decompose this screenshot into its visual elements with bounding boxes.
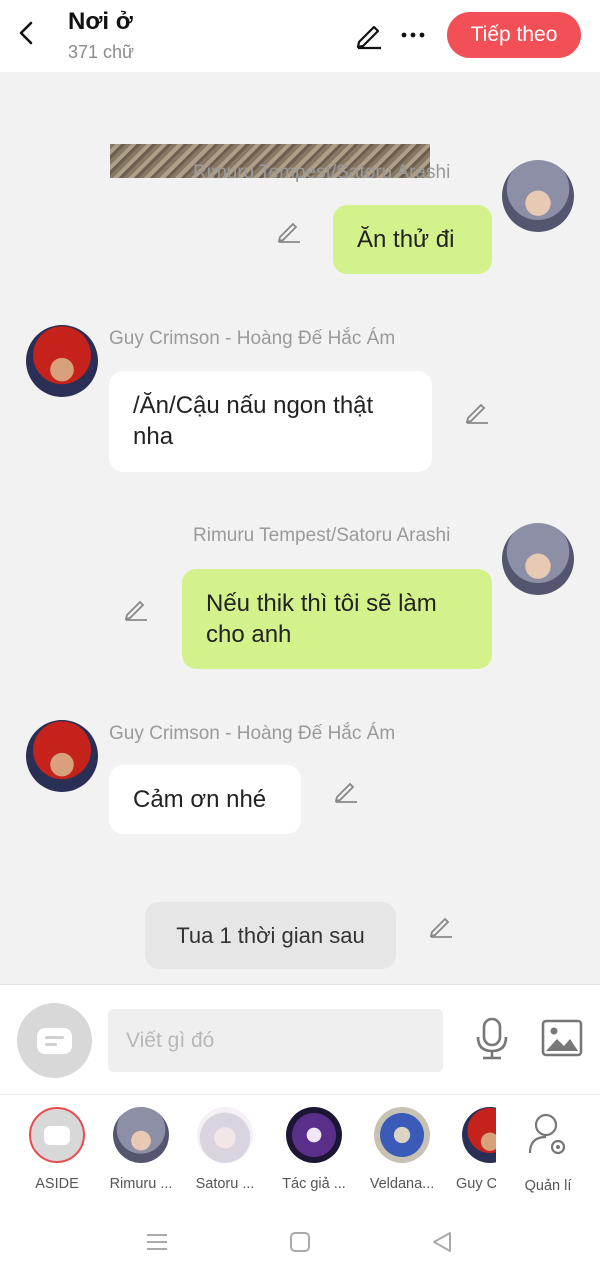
user-settings-icon (528, 1113, 566, 1155)
next-button[interactable]: Tiếp theo (447, 12, 581, 58)
word-count: 371 chữ (68, 42, 135, 62)
character-veldana[interactable]: Veldana... (360, 1107, 444, 1192)
system-nav-bar (0, 1204, 600, 1277)
character-selector: ASIDE Rimuru ... Satoru ... Tác giả ... … (0, 1094, 600, 1204)
character-label: Tác giả ... (282, 1176, 346, 1192)
message-input[interactable] (108, 1009, 443, 1072)
page-title: Nơi ở (68, 8, 133, 35)
chat-area: Rimuru Tempest/Satoru Arashi Ăn thử đi G… (0, 72, 600, 984)
back-arrow-icon[interactable] (14, 20, 40, 46)
image-upload-icon[interactable] (541, 1019, 583, 1057)
avatar[interactable] (502, 160, 574, 232)
back-triangle-icon[interactable] (430, 1230, 454, 1254)
aside-toggle-button[interactable] (17, 1003, 92, 1078)
edit-message-icon[interactable] (276, 218, 302, 244)
edit-message-icon[interactable] (428, 913, 454, 939)
manage-characters-button[interactable]: Quản lí (506, 1107, 590, 1194)
character-rimuru[interactable]: Rimuru ... (99, 1107, 183, 1192)
edit-message-icon[interactable] (333, 778, 359, 804)
avatar (286, 1107, 342, 1163)
avatar (374, 1107, 430, 1163)
composer-bar (0, 984, 600, 1094)
sender-name: Guy Crimson - Hoàng Đế Hắc Ám (109, 328, 396, 349)
character-label: ASIDE (35, 1176, 79, 1192)
aside-avatar (29, 1107, 85, 1163)
top-bar: Nơi ở 371 chữ Tiếp theo (0, 0, 600, 72)
avatar (113, 1107, 169, 1163)
edit-message-icon[interactable] (123, 596, 149, 622)
edit-message-icon[interactable] (464, 399, 490, 425)
character-label: Guy C (456, 1176, 496, 1192)
message-bubble[interactable]: /Ăn/Cậu nấu ngon thật nha (109, 371, 432, 472)
character-guy[interactable]: Guy C (440, 1107, 496, 1192)
avatar (462, 1107, 496, 1163)
microphone-icon[interactable] (474, 1017, 510, 1061)
more-options-icon[interactable] (400, 22, 426, 48)
menu-icon[interactable] (145, 1230, 169, 1254)
character-aside[interactable]: ASIDE (15, 1107, 99, 1192)
message-bubble[interactable]: Nếu thik thì tôi sẽ làm cho anh (182, 569, 492, 669)
avatar (197, 1107, 253, 1163)
aside-icon (37, 1028, 72, 1054)
narration-bubble[interactable]: Tua 1 thời gian sau (145, 902, 396, 969)
character-label: Veldana... (369, 1176, 435, 1192)
character-label: Quản lí (524, 1178, 572, 1194)
home-icon[interactable] (288, 1230, 312, 1254)
character-label: Rimuru ... (109, 1176, 173, 1192)
avatar[interactable] (502, 523, 574, 595)
character-satoru[interactable]: Satoru ... (183, 1107, 267, 1192)
message-bubble[interactable]: Ăn thử đi (333, 205, 492, 274)
sender-name: Rimuru Tempest/Satoru Arashi (193, 525, 451, 546)
message-bubble[interactable]: Cảm ơn nhé (109, 765, 301, 834)
character-tac-gia[interactable]: Tác giả ... (272, 1107, 356, 1192)
avatar[interactable] (26, 720, 98, 792)
edit-pencil-icon[interactable] (354, 20, 384, 50)
sender-name: Rimuru Tempest/Satoru Arashi (193, 162, 451, 183)
sender-name: Guy Crimson - Hoàng Đế Hắc Ám (109, 723, 396, 744)
character-label: Satoru ... (195, 1176, 255, 1192)
avatar[interactable] (26, 325, 98, 397)
